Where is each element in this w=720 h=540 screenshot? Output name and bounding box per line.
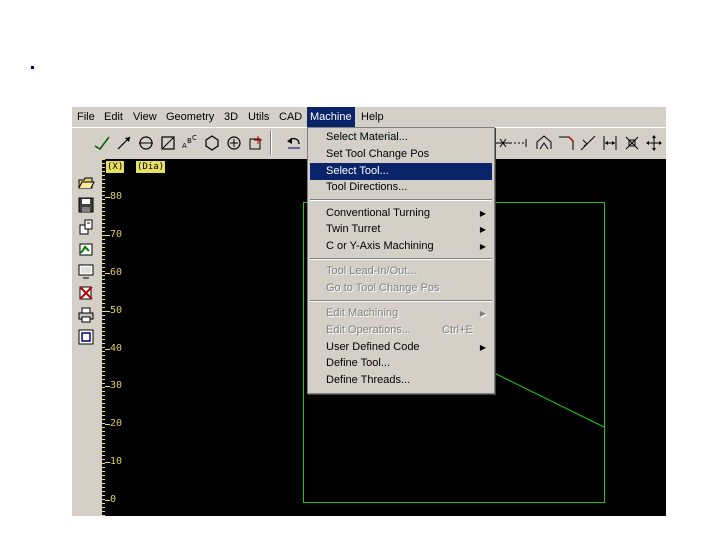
- menu-item-label: Conventional Turning: [326, 207, 430, 219]
- menu-item-label: Select Material...: [326, 131, 408, 143]
- menu-item-user-defined-code[interactable]: User Defined Code ▶: [310, 339, 492, 356]
- move-icon[interactable]: [644, 133, 664, 153]
- submenu-arrow-icon: ▶: [479, 343, 486, 352]
- menu-item-go-to-tool-change-pos[interactable]: Go to Tool Change Pos: [310, 280, 492, 297]
- menu-geometry[interactable]: Geometry: [163, 107, 217, 127]
- menu-item-label: Define Tool...: [326, 357, 391, 369]
- submenu-arrow-icon: ▶: [479, 309, 486, 318]
- menu-item-edit-operations[interactable]: Edit Operations... Ctrl+E: [310, 322, 492, 339]
- menu-item-label: Tool Lead-In/Out...: [326, 265, 417, 277]
- menu-item-select-material[interactable]: Select Material...: [310, 129, 492, 146]
- circle-center-icon[interactable]: [224, 133, 244, 153]
- menu-view[interactable]: View: [130, 107, 160, 127]
- menu-item-define-tool[interactable]: Define Tool...: [310, 355, 492, 372]
- menu-item-define-threads[interactable]: Define Threads...: [310, 372, 492, 389]
- undo-icon[interactable]: [284, 133, 304, 153]
- open-folder-icon[interactable]: [76, 173, 96, 192]
- submenu-arrow-icon: ▶: [479, 242, 486, 251]
- menu-item-label: Define Threads...: [326, 374, 411, 386]
- menu-item-twin-turret[interactable]: Twin Turret ▶: [310, 221, 492, 238]
- menu-help[interactable]: Help: [358, 107, 387, 127]
- polygon-icon[interactable]: [202, 133, 222, 153]
- menu-file[interactable]: File: [74, 107, 98, 127]
- copy-edit-icon[interactable]: [76, 217, 96, 236]
- menu-item-edit-machining[interactable]: Edit Machining ▶: [310, 305, 492, 322]
- toolbar-separator: [270, 131, 272, 155]
- menu-3d[interactable]: 3D: [221, 107, 241, 127]
- menu-item-tool-directions[interactable]: Tool Directions...: [310, 179, 492, 196]
- rectangle-icon[interactable]: [158, 133, 178, 153]
- menu-cad[interactable]: CAD: [276, 107, 305, 127]
- menu-separator: [310, 300, 492, 302]
- menu-machine[interactable]: Machine: [307, 107, 355, 127]
- menu-item-label: Go to Tool Change Pos: [326, 282, 440, 294]
- screen-display-icon[interactable]: [76, 261, 96, 280]
- menu-item-set-tool-change-pos[interactable]: Set Tool Change Pos: [310, 146, 492, 163]
- chamfer-icon[interactable]: [556, 133, 576, 153]
- bullet-dot: [31, 66, 34, 69]
- house-profile-icon[interactable]: [534, 133, 554, 153]
- save-disk-icon[interactable]: [76, 195, 96, 214]
- menu-item-label: Twin Turret: [326, 223, 381, 235]
- menu-item-conventional-turning[interactable]: Conventional Turning ▶: [310, 205, 492, 222]
- menu-bar: File Edit View Geometry 3D Utils CAD Mac…: [72, 107, 666, 127]
- zoom-window-icon[interactable]: [76, 327, 96, 346]
- import-drawing-icon[interactable]: [76, 239, 96, 258]
- menu-item-shortcut: Ctrl+E: [442, 324, 473, 336]
- profile-line: [491, 371, 605, 428]
- menu-item-label: C or Y-Axis Machining: [326, 240, 434, 252]
- arc-abc-icon[interactable]: ABC: [180, 133, 200, 153]
- menu-edit[interactable]: Edit: [101, 107, 126, 127]
- menu-item-label: Set Tool Change Pos: [326, 148, 430, 160]
- line-arrow-icon[interactable]: [114, 133, 134, 153]
- submenu-arrow-icon: ▶: [479, 209, 486, 218]
- menu-separator: [310, 258, 492, 260]
- menu-utils[interactable]: Utils: [245, 107, 272, 127]
- svg-text:C: C: [192, 134, 197, 142]
- print-icon[interactable]: [76, 305, 96, 324]
- menu-item-label: Edit Operations...: [326, 324, 411, 336]
- menu-separator: [310, 199, 492, 201]
- circle-line-icon[interactable]: [136, 133, 156, 153]
- menu-item-tool-lead-in-out[interactable]: Tool Lead-In/Out...: [310, 263, 492, 280]
- menu-item-label: Tool Directions...: [326, 181, 408, 193]
- delete-tool-icon[interactable]: [76, 283, 96, 302]
- menu-item-select-tool[interactable]: Select Tool...: [310, 163, 492, 180]
- machine-dropdown-menu: Select Material... Set Tool Change Pos S…: [307, 127, 495, 394]
- menu-item-label: Edit Machining: [326, 307, 399, 319]
- menu-item-label: User Defined Code: [326, 341, 420, 353]
- grid-point-icon[interactable]: [246, 133, 266, 153]
- trim-icon[interactable]: [494, 133, 514, 153]
- left-toolbar: [72, 159, 102, 516]
- mirror-line-icon[interactable]: [578, 133, 598, 153]
- menu-item-c-y-axis-machining[interactable]: C or Y-Axis Machining ▶: [310, 238, 492, 255]
- dashed-line-icon[interactable]: [512, 133, 532, 153]
- scale-icon[interactable]: [622, 133, 642, 153]
- fit-width-icon[interactable]: [600, 133, 620, 153]
- polyline-icon[interactable]: [92, 133, 112, 153]
- submenu-arrow-icon: ▶: [479, 225, 486, 234]
- menu-item-label: Select Tool...: [326, 165, 389, 177]
